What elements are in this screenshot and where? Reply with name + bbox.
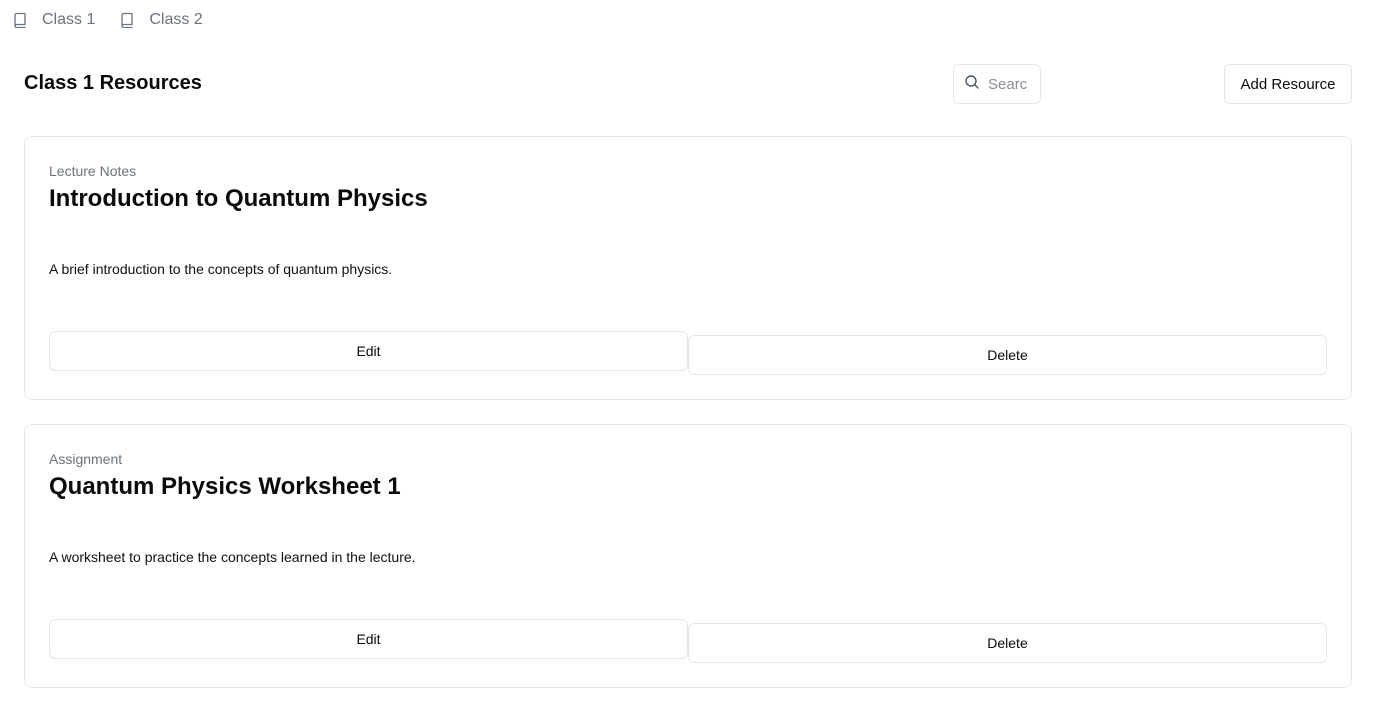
add-resource-button[interactable]: Add Resource — [1224, 64, 1352, 104]
book-icon — [12, 12, 28, 28]
search-input[interactable] — [988, 75, 1028, 93]
resource-description: A worksheet to practice the concepts lea… — [49, 549, 416, 565]
search-box[interactable] — [953, 64, 1041, 104]
resource-card: Assignment Quantum Physics Worksheet 1 A… — [24, 424, 1352, 688]
edit-button[interactable]: Edit — [49, 619, 688, 659]
resource-title: Introduction to Quantum Physics — [49, 185, 428, 212]
delete-button[interactable]: Delete — [688, 335, 1327, 375]
tab-label: Class 2 — [149, 11, 203, 28]
tab-class-2[interactable]: Class 2 — [107, 0, 214, 40]
book-icon — [119, 12, 135, 28]
resource-title: Quantum Physics Worksheet 1 — [49, 473, 401, 500]
resource-type: Lecture Notes — [49, 163, 137, 179]
delete-button[interactable]: Delete — [688, 623, 1327, 663]
tab-class-1[interactable]: Class 1 — [0, 0, 107, 40]
resource-description: A brief introduction to the concepts of … — [49, 261, 393, 277]
tab-label: Class 1 — [42, 11, 96, 28]
class-tabs: Class 1 Class 2 — [0, 0, 215, 40]
page-title: Class 1 Resources — [24, 72, 202, 94]
edit-button[interactable]: Edit — [49, 331, 688, 371]
search-icon — [964, 74, 980, 95]
resource-card: Lecture Notes Introduction to Quantum Ph… — [24, 136, 1352, 400]
resource-type: Assignment — [49, 451, 123, 467]
